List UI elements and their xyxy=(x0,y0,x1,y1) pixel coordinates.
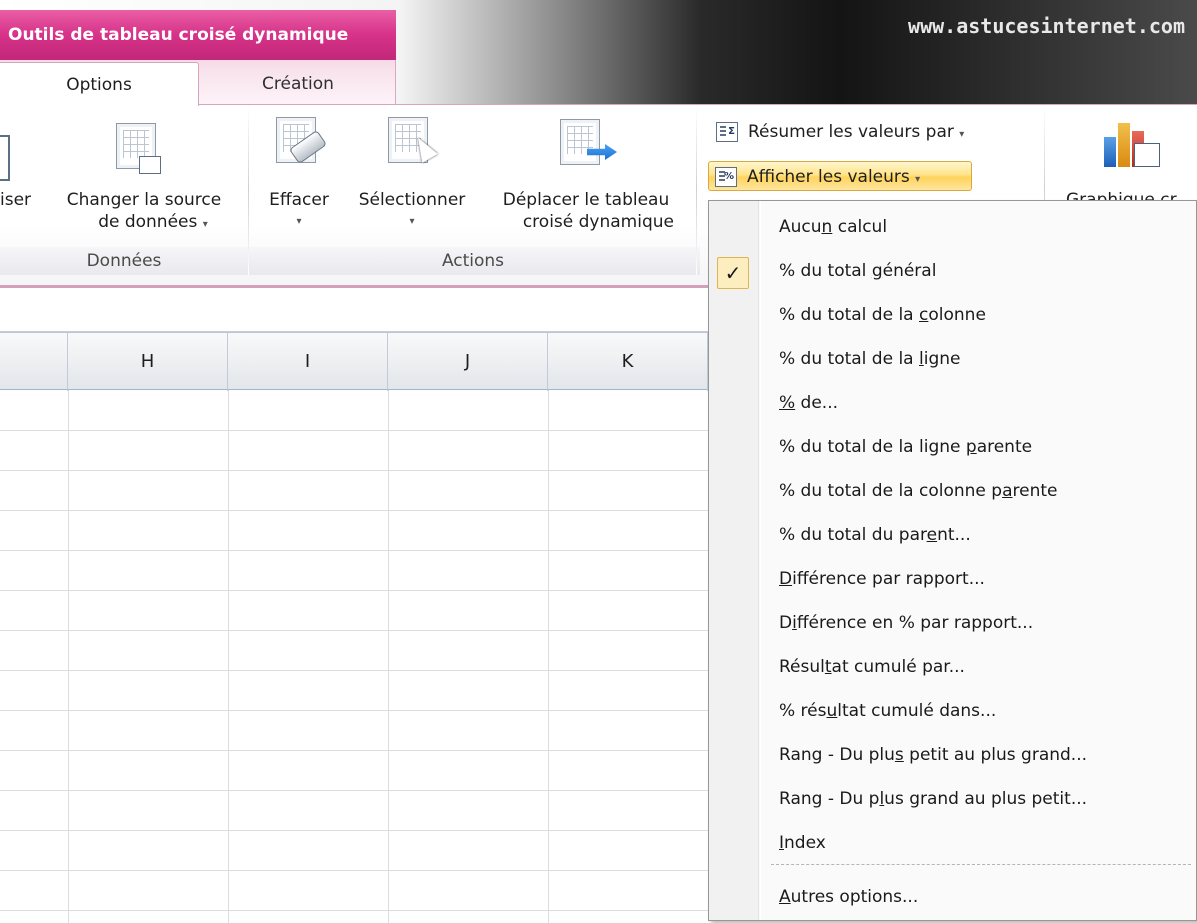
move-pivot-button[interactable]: Déplacer le tableau croisé dynamique xyxy=(484,189,688,233)
group-separator xyxy=(248,105,249,275)
column-header-j[interactable]: J xyxy=(388,333,548,391)
column-header-h[interactable]: H xyxy=(68,333,228,391)
select-label: Sélectionner xyxy=(358,190,466,210)
change-source-icon xyxy=(116,123,161,174)
move-pivot-label-1: Déplacer le tableau xyxy=(502,190,670,210)
chevron-down-icon: ▾ xyxy=(296,216,302,227)
clear-label: Effacer xyxy=(269,190,329,210)
show-values-label: Afficher les valeurs xyxy=(747,167,910,187)
group-label-actions: Actions xyxy=(441,251,505,271)
change-source-label-2: de données ▾ xyxy=(98,212,208,232)
move-pivot-icon xyxy=(560,119,617,165)
menu-item-percent-column-total[interactable]: % du total de la colonne xyxy=(711,293,1196,337)
column-gridline xyxy=(388,390,389,923)
clear-button[interactable]: Effacer ▾ xyxy=(258,189,340,233)
chevron-down-icon: ▾ xyxy=(202,219,208,230)
chevron-down-icon: ▾ xyxy=(915,174,921,185)
title-bar: Outils de tableau croisé dynamique www.a… xyxy=(0,0,1197,106)
menu-item-more-options[interactable]: Autres options... xyxy=(711,875,1196,919)
summarize-values-button[interactable]: Σ Résumer les valeurs par ▾ xyxy=(710,117,1030,147)
checkmark-icon: ✓ xyxy=(717,257,749,289)
chevron-down-icon: ▾ xyxy=(409,216,415,227)
chevron-down-icon: ▾ xyxy=(959,129,965,140)
summarize-icon: Σ xyxy=(716,122,738,142)
menu-item-rank-smallest-to-largest[interactable]: Rang - Du plus petit au plus grand... xyxy=(711,733,1196,777)
menu-item-percent-parent-row-total[interactable]: % du total de la ligne parente xyxy=(711,425,1196,469)
column-header-partial[interactable] xyxy=(0,333,68,391)
menu-item-difference-from[interactable]: Différence par rapport... xyxy=(711,557,1196,601)
menu-item-percent-parent-total[interactable]: % du total du parent... xyxy=(711,513,1196,557)
column-header-i[interactable]: I xyxy=(228,333,388,391)
show-values-as-menu: Aucun calcul ✓ % du total général % du t… xyxy=(708,200,1197,921)
menu-separator xyxy=(771,864,1191,865)
menu-item-percent-parent-column-total[interactable]: % du total de la colonne parente xyxy=(711,469,1196,513)
select-button[interactable]: Sélectionner ▾ xyxy=(344,189,480,233)
group-label-donnees: Données xyxy=(86,251,162,271)
menu-item-percent-of[interactable]: % de... xyxy=(711,381,1196,425)
column-gridline xyxy=(228,390,229,923)
column-gridline xyxy=(68,390,69,923)
menu-item-no-calculation[interactable]: Aucun calcul xyxy=(711,205,1196,249)
menu-item-percent-row-total[interactable]: % du total de la ligne xyxy=(711,337,1196,381)
column-header-k[interactable]: K xyxy=(548,333,708,391)
menu-item-index[interactable]: Index xyxy=(711,821,1196,865)
pivot-chart-icon xyxy=(1104,121,1160,167)
tab-options[interactable]: Options xyxy=(0,62,199,106)
partial-button-icon xyxy=(0,135,10,181)
context-tab-title: Outils de tableau croisé dynamique xyxy=(0,10,396,60)
menu-item-percent-running-total-in[interactable]: % résultat cumulé dans... xyxy=(711,689,1196,733)
partial-button-label[interactable]: iser xyxy=(0,189,40,211)
column-gridline xyxy=(548,390,549,923)
change-source-button[interactable]: Changer la source de données ▾ xyxy=(44,189,244,236)
summarize-label: Résumer les valeurs par xyxy=(748,122,954,142)
show-values-icon: % xyxy=(715,167,737,187)
menu-item-percent-grand-total[interactable]: ✓ % du total général xyxy=(711,249,1196,293)
change-source-label-1: Changer la source xyxy=(66,190,222,210)
group-separator xyxy=(696,105,697,275)
move-pivot-label-2: croisé dynamique xyxy=(522,212,674,232)
tab-creation[interactable]: Création xyxy=(200,62,396,106)
watermark-text: www.astucesinternet.com xyxy=(908,14,1185,38)
clear-icon xyxy=(276,117,328,165)
select-icon xyxy=(388,117,438,163)
menu-item-percent-difference-from[interactable]: Différence en % par rapport... xyxy=(711,601,1196,645)
menu-item-running-total-in[interactable]: Résultat cumulé par... xyxy=(711,645,1196,689)
show-values-as-button[interactable]: % Afficher les valeurs ▾ xyxy=(708,161,972,191)
menu-item-rank-largest-to-smallest[interactable]: Rang - Du plus grand au plus petit... xyxy=(711,777,1196,821)
